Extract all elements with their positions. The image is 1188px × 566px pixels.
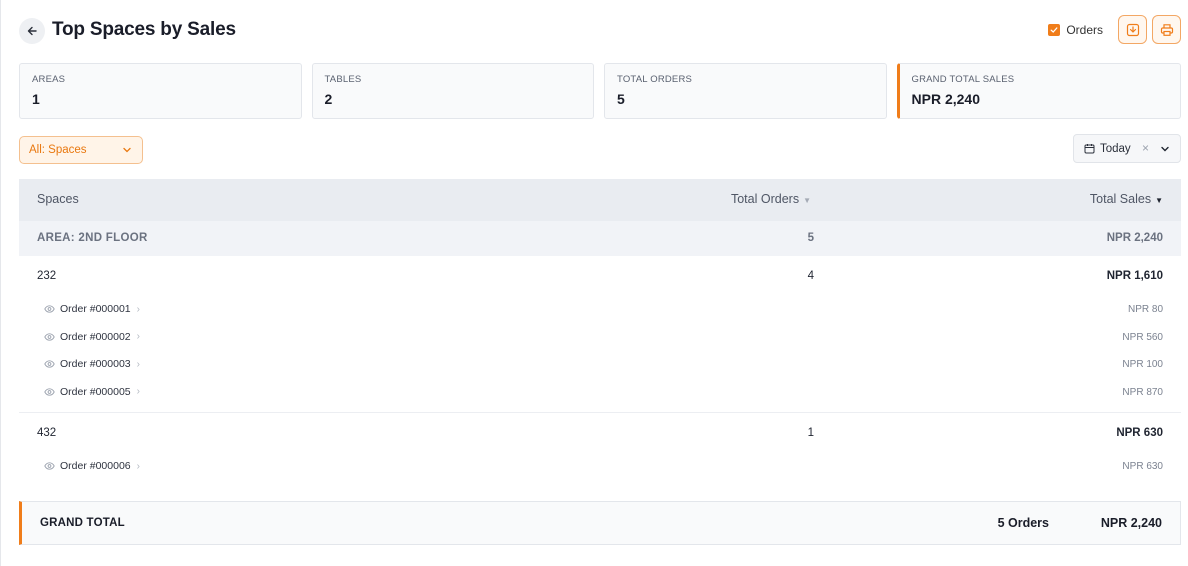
stat-label: AREAS: [32, 74, 66, 85]
space-orders: 1: [807, 427, 814, 439]
space-orders: 4: [807, 270, 814, 282]
order-row: Order #000001 › NPR 80: [19, 296, 1181, 324]
space-filter-select[interactable]: All: Spaces: [19, 136, 143, 164]
stat-value: NPR 2,240: [911, 91, 980, 107]
area-orders: 5: [807, 232, 814, 244]
check-icon: [1050, 27, 1058, 33]
print-button[interactable]: [1152, 15, 1181, 44]
order-sales: NPR 100: [1122, 359, 1163, 370]
chevron-right-icon: ›: [136, 303, 140, 315]
order-label: Order #000001: [60, 303, 131, 315]
space-name: 232: [37, 270, 57, 282]
stat-card-areas: AREAS 1: [19, 63, 302, 119]
order-link[interactable]: Order #000005 ›: [44, 386, 140, 398]
stat-label: TABLES: [324, 74, 362, 85]
stats-row: AREAS 1 TABLES 2 TOTAL ORDERS 5 GRAND TO…: [19, 63, 1181, 119]
sort-icon: ▼: [1155, 196, 1163, 205]
download-icon: [1126, 23, 1139, 36]
printer-icon: [1160, 23, 1173, 36]
stat-value: 2: [324, 91, 333, 107]
column-header-label: Total Sales: [1089, 192, 1152, 206]
stat-card-tables: TABLES 2: [311, 63, 594, 119]
page-title: Top Spaces by Sales: [52, 19, 236, 40]
date-filter-value: Today: [1100, 143, 1131, 155]
table-row: 432 1 NPR 630: [19, 413, 1181, 453]
order-link[interactable]: Order #000006 ›: [44, 460, 140, 472]
stat-label: GRAND TOTAL SALES: [911, 74, 1015, 85]
calendar-icon: [1084, 144, 1095, 154]
spaces-table: Spaces Total Orders ▼ Total Sales ▼ AREA: …: [19, 179, 1181, 481]
chevron-down-icon: [123, 147, 131, 153]
orders-checkbox[interactable]: [1048, 24, 1061, 36]
order-sales: NPR 630: [1122, 461, 1163, 472]
left-border: [0, 0, 1, 566]
order-row: Order #000003 › NPR 100: [19, 351, 1181, 379]
chevron-right-icon: ›: [136, 386, 140, 397]
stat-card-grand-total-sales: GRAND TOTAL SALES NPR 2,240: [896, 63, 1181, 119]
column-header-total-orders[interactable]: Total Orders ▼: [731, 192, 811, 206]
orders-toggle[interactable]: Orders: [1048, 23, 1103, 37]
space-sales: NPR 630: [1116, 427, 1163, 439]
orders-toggle-label: Orders: [1066, 23, 1103, 37]
eye-icon: [44, 462, 55, 470]
download-button[interactable]: [1118, 15, 1147, 44]
space-name: 432: [37, 427, 57, 439]
order-sales: NPR 870: [1122, 386, 1163, 398]
order-label: Order #000003: [60, 358, 131, 370]
area-name: AREA: 2ND FLOOR: [37, 232, 148, 244]
order-sales: NPR 80: [1127, 304, 1163, 315]
sort-icon: ▼: [803, 196, 811, 205]
stat-value: 1: [32, 91, 40, 107]
page-header: Top Spaces by Sales Orders: [19, 15, 1181, 45]
order-sales: NPR 560: [1122, 331, 1163, 343]
order-link[interactable]: Order #000001 ›: [44, 303, 140, 315]
area-row: AREA: 2ND FLOOR 5 NPR 2,240: [19, 221, 1181, 256]
area-sales: NPR 2,240: [1106, 232, 1163, 244]
column-header-label: Total Orders: [730, 192, 800, 206]
table-header: Spaces Total Orders ▼ Total Sales ▼: [19, 179, 1181, 221]
order-row: Order #000005 › NPR 870: [19, 379, 1181, 407]
table-row: 232 4 NPR 1,610: [19, 256, 1181, 296]
chevron-right-icon: ›: [136, 460, 140, 472]
back-button[interactable]: [19, 18, 45, 44]
chevron-down-icon[interactable]: [1160, 144, 1170, 154]
grand-total-label: GRAND TOTAL: [40, 517, 125, 529]
column-header-spaces: Spaces: [37, 192, 79, 206]
order-link[interactable]: Order #000002 ›: [44, 331, 140, 343]
arrow-left-icon: [27, 26, 37, 36]
stat-card-total-orders: TOTAL ORDERS 5: [604, 63, 887, 119]
order-label: Order #000002: [60, 330, 131, 343]
order-label: Order #000005: [60, 385, 131, 398]
eye-icon: [44, 360, 55, 368]
column-header-total-sales[interactable]: Total Sales ▼: [1090, 192, 1163, 206]
eye-icon: [44, 332, 55, 341]
clear-date-button[interactable]: ×: [1142, 141, 1149, 155]
space-filter-value: All: Spaces: [29, 144, 87, 156]
order-row: Order #000006 › NPR 630: [19, 453, 1181, 481]
eye-icon: [44, 305, 55, 313]
stat-label: TOTAL ORDERS: [617, 74, 693, 85]
chevron-right-icon: ›: [136, 331, 140, 342]
space-sales: NPR 1,610: [1106, 270, 1163, 282]
order-label: Order #000006: [60, 460, 131, 472]
date-filter[interactable]: Today ×: [1073, 134, 1181, 163]
grand-total-bar: GRAND TOTAL 5 Orders NPR 2,240: [19, 501, 1181, 545]
stat-value: 5: [617, 91, 625, 107]
order-link[interactable]: Order #000003 ›: [44, 358, 140, 370]
grand-total-sales: NPR 2,240: [1100, 516, 1162, 530]
grand-total-orders: 5 Orders: [997, 516, 1049, 530]
chevron-right-icon: ›: [136, 358, 140, 370]
eye-icon: [44, 387, 55, 396]
order-row: Order #000002 › NPR 560: [19, 324, 1181, 352]
